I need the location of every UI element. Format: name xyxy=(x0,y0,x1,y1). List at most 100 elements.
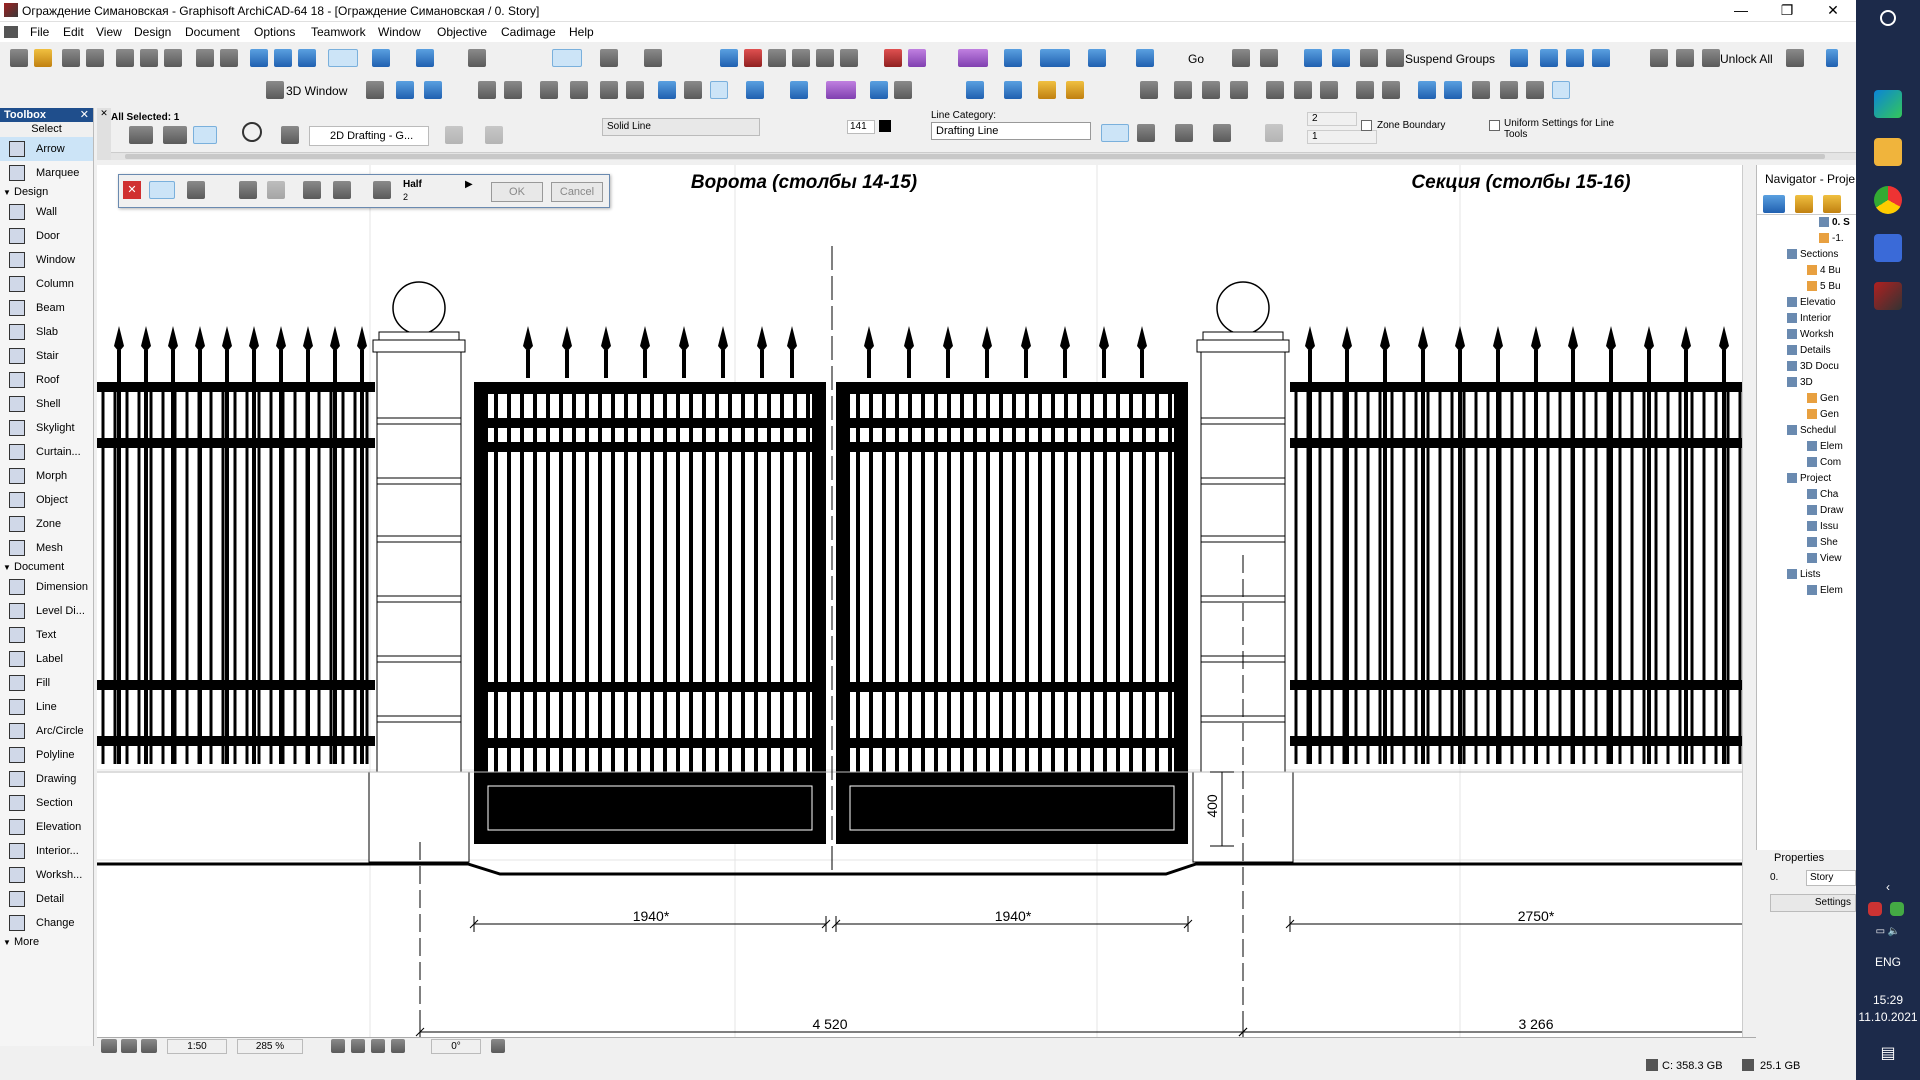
undo-icon[interactable] xyxy=(196,49,214,67)
inject-icon[interactable] xyxy=(298,49,316,67)
3d-window-icon[interactable] xyxy=(266,81,284,99)
marquee-3d-icon[interactable] xyxy=(826,81,856,99)
archicad-active-icon[interactable] xyxy=(1874,282,1902,310)
zoom-field[interactable]: 285 % xyxy=(237,1039,303,1054)
cross-icon[interactable] xyxy=(281,126,299,144)
gravity-icon[interactable] xyxy=(303,181,321,199)
fill-icon[interactable] xyxy=(552,49,582,67)
bring-forward-icon[interactable] xyxy=(1540,49,1558,67)
tool-elevation[interactable]: Elevation xyxy=(0,815,93,839)
redo-icon[interactable] xyxy=(220,49,238,67)
offset-icon[interactable] xyxy=(792,49,810,67)
arrow-line-icon[interactable] xyxy=(1213,124,1231,142)
trace-icon[interactable] xyxy=(600,49,618,67)
tool-beam[interactable]: Beam xyxy=(0,296,93,320)
nav-item[interactable]: Elem xyxy=(1807,439,1856,455)
more-group[interactable]: More xyxy=(0,935,93,950)
tool-polyline[interactable]: Polyline xyxy=(0,743,93,767)
file-explorer-icon[interactable] xyxy=(1874,138,1902,166)
nav-item[interactable]: Draw xyxy=(1807,503,1856,519)
menu-file[interactable]: File xyxy=(30,25,49,39)
copy-3d-icon[interactable] xyxy=(658,81,676,99)
tool-door[interactable]: Door xyxy=(0,224,93,248)
tool-stair[interactable]: Stair xyxy=(0,344,93,368)
find-select-icon[interactable] xyxy=(250,49,268,67)
line-end-icon[interactable] xyxy=(1175,124,1193,142)
tool-text[interactable]: Text xyxy=(0,623,93,647)
tool-worksh[interactable]: Worksh... xyxy=(0,863,93,887)
story-field[interactable]: Story xyxy=(1806,870,1856,886)
render-icon[interactable] xyxy=(966,81,984,99)
nav-item[interactable]: 0. S xyxy=(1819,215,1856,231)
fit-icon[interactable] xyxy=(391,1039,405,1053)
notifications-icon[interactable]: ▤ xyxy=(1856,1043,1920,1063)
tree-icon[interactable] xyxy=(1526,81,1544,99)
3d-cube-icon[interactable] xyxy=(366,81,384,99)
tool-arc-circle[interactable]: Arc/Circle xyxy=(0,719,93,743)
chevron-left-icon[interactable]: ‹ xyxy=(1856,880,1920,894)
menu-window[interactable]: Window xyxy=(378,25,421,39)
elevate-icon[interactable] xyxy=(768,49,786,67)
pick-icon[interactable] xyxy=(149,181,175,199)
walk-3d-icon[interactable] xyxy=(1266,81,1284,99)
tool-shell[interactable]: Shell xyxy=(0,392,93,416)
clock-time[interactable]: 15:29 xyxy=(1856,993,1920,1007)
camera-snap-icon[interactable] xyxy=(894,81,912,99)
tool-interior[interactable]: Interior... xyxy=(0,839,93,863)
nav-item[interactable]: She xyxy=(1807,535,1856,551)
walk-mode-icon[interactable] xyxy=(478,81,496,99)
new-file-icon[interactable] xyxy=(10,49,28,67)
house-icon[interactable] xyxy=(1320,81,1338,99)
select-arrow-icon[interactable] xyxy=(1140,81,1158,99)
tool-detail[interactable]: Detail xyxy=(0,887,93,911)
tool-level-di[interactable]: Level Di... xyxy=(0,599,93,623)
eraser-icon[interactable] xyxy=(193,126,217,144)
geometry-method-icon[interactable] xyxy=(129,126,153,144)
box-icon[interactable] xyxy=(1444,81,1462,99)
gear-icon[interactable] xyxy=(1382,81,1400,99)
pen-3d-icon[interactable] xyxy=(746,81,764,99)
menu-edit[interactable]: Edit xyxy=(63,25,84,39)
value-field-1[interactable]: 2 xyxy=(1307,112,1357,126)
value-field-2[interactable]: 1 xyxy=(1307,130,1377,144)
zoom-3d-icon[interactable] xyxy=(540,81,558,99)
arrow-tool-icon[interactable] xyxy=(163,126,187,144)
more-toolbar-icon[interactable] xyxy=(1826,49,1838,67)
ortho-icon[interactable] xyxy=(445,126,463,144)
tool-fill[interactable]: Fill xyxy=(0,671,93,695)
vertical-scrollbar[interactable] xyxy=(1742,165,1756,1037)
reserve-icon[interactable] xyxy=(1786,49,1804,67)
nav-item[interactable]: Schedul xyxy=(1787,423,1856,439)
tool-slab[interactable]: Slab xyxy=(0,320,93,344)
3d-axis-icon[interactable] xyxy=(424,81,442,99)
unlock-all-icon[interactable] xyxy=(1702,49,1720,67)
view-map-icon[interactable] xyxy=(1795,195,1813,213)
pen-number-field[interactable]: 141 xyxy=(847,120,875,134)
unlock-all-button[interactable]: Unlock All xyxy=(1720,52,1773,66)
zoom-icon[interactable] xyxy=(141,1039,157,1053)
tool-column[interactable]: Column xyxy=(0,272,93,296)
grid-icon[interactable] xyxy=(468,49,486,67)
layer-dropdown[interactable]: 2D Drafting - G... xyxy=(309,126,429,146)
line-type-dropdown[interactable]: Solid Line xyxy=(602,118,760,136)
nav-item[interactable]: Gen xyxy=(1807,407,1856,423)
scrollbar-thumb[interactable] xyxy=(125,154,1825,159)
suspend-groups-button[interactable]: Suspend Groups xyxy=(1405,52,1495,66)
maximize-button[interactable]: ❐ xyxy=(1764,0,1810,22)
snap-icon[interactable] xyxy=(372,49,390,67)
shield-icon[interactable] xyxy=(1868,902,1882,916)
node-icon[interactable] xyxy=(267,181,285,199)
network-volume-icon[interactable]: ▭ 🔈 xyxy=(1856,926,1920,937)
select-3d-icon[interactable] xyxy=(710,81,728,99)
line-category-select[interactable]: Drafting Line xyxy=(931,122,1091,140)
guide-line-icon[interactable] xyxy=(328,49,358,67)
light-icon[interactable] xyxy=(600,81,618,99)
line-draw-icon[interactable] xyxy=(187,181,205,199)
bring-front-icon[interactable] xyxy=(1510,49,1528,67)
nav-item[interactable]: Interior xyxy=(1787,311,1856,327)
angle-icon[interactable] xyxy=(239,181,257,199)
project-map-icon[interactable] xyxy=(1763,195,1785,213)
ok-button[interactable]: OK xyxy=(491,182,543,202)
menu-objective[interactable]: Objective xyxy=(437,25,487,39)
nav-item[interactable]: Cha xyxy=(1807,487,1856,503)
